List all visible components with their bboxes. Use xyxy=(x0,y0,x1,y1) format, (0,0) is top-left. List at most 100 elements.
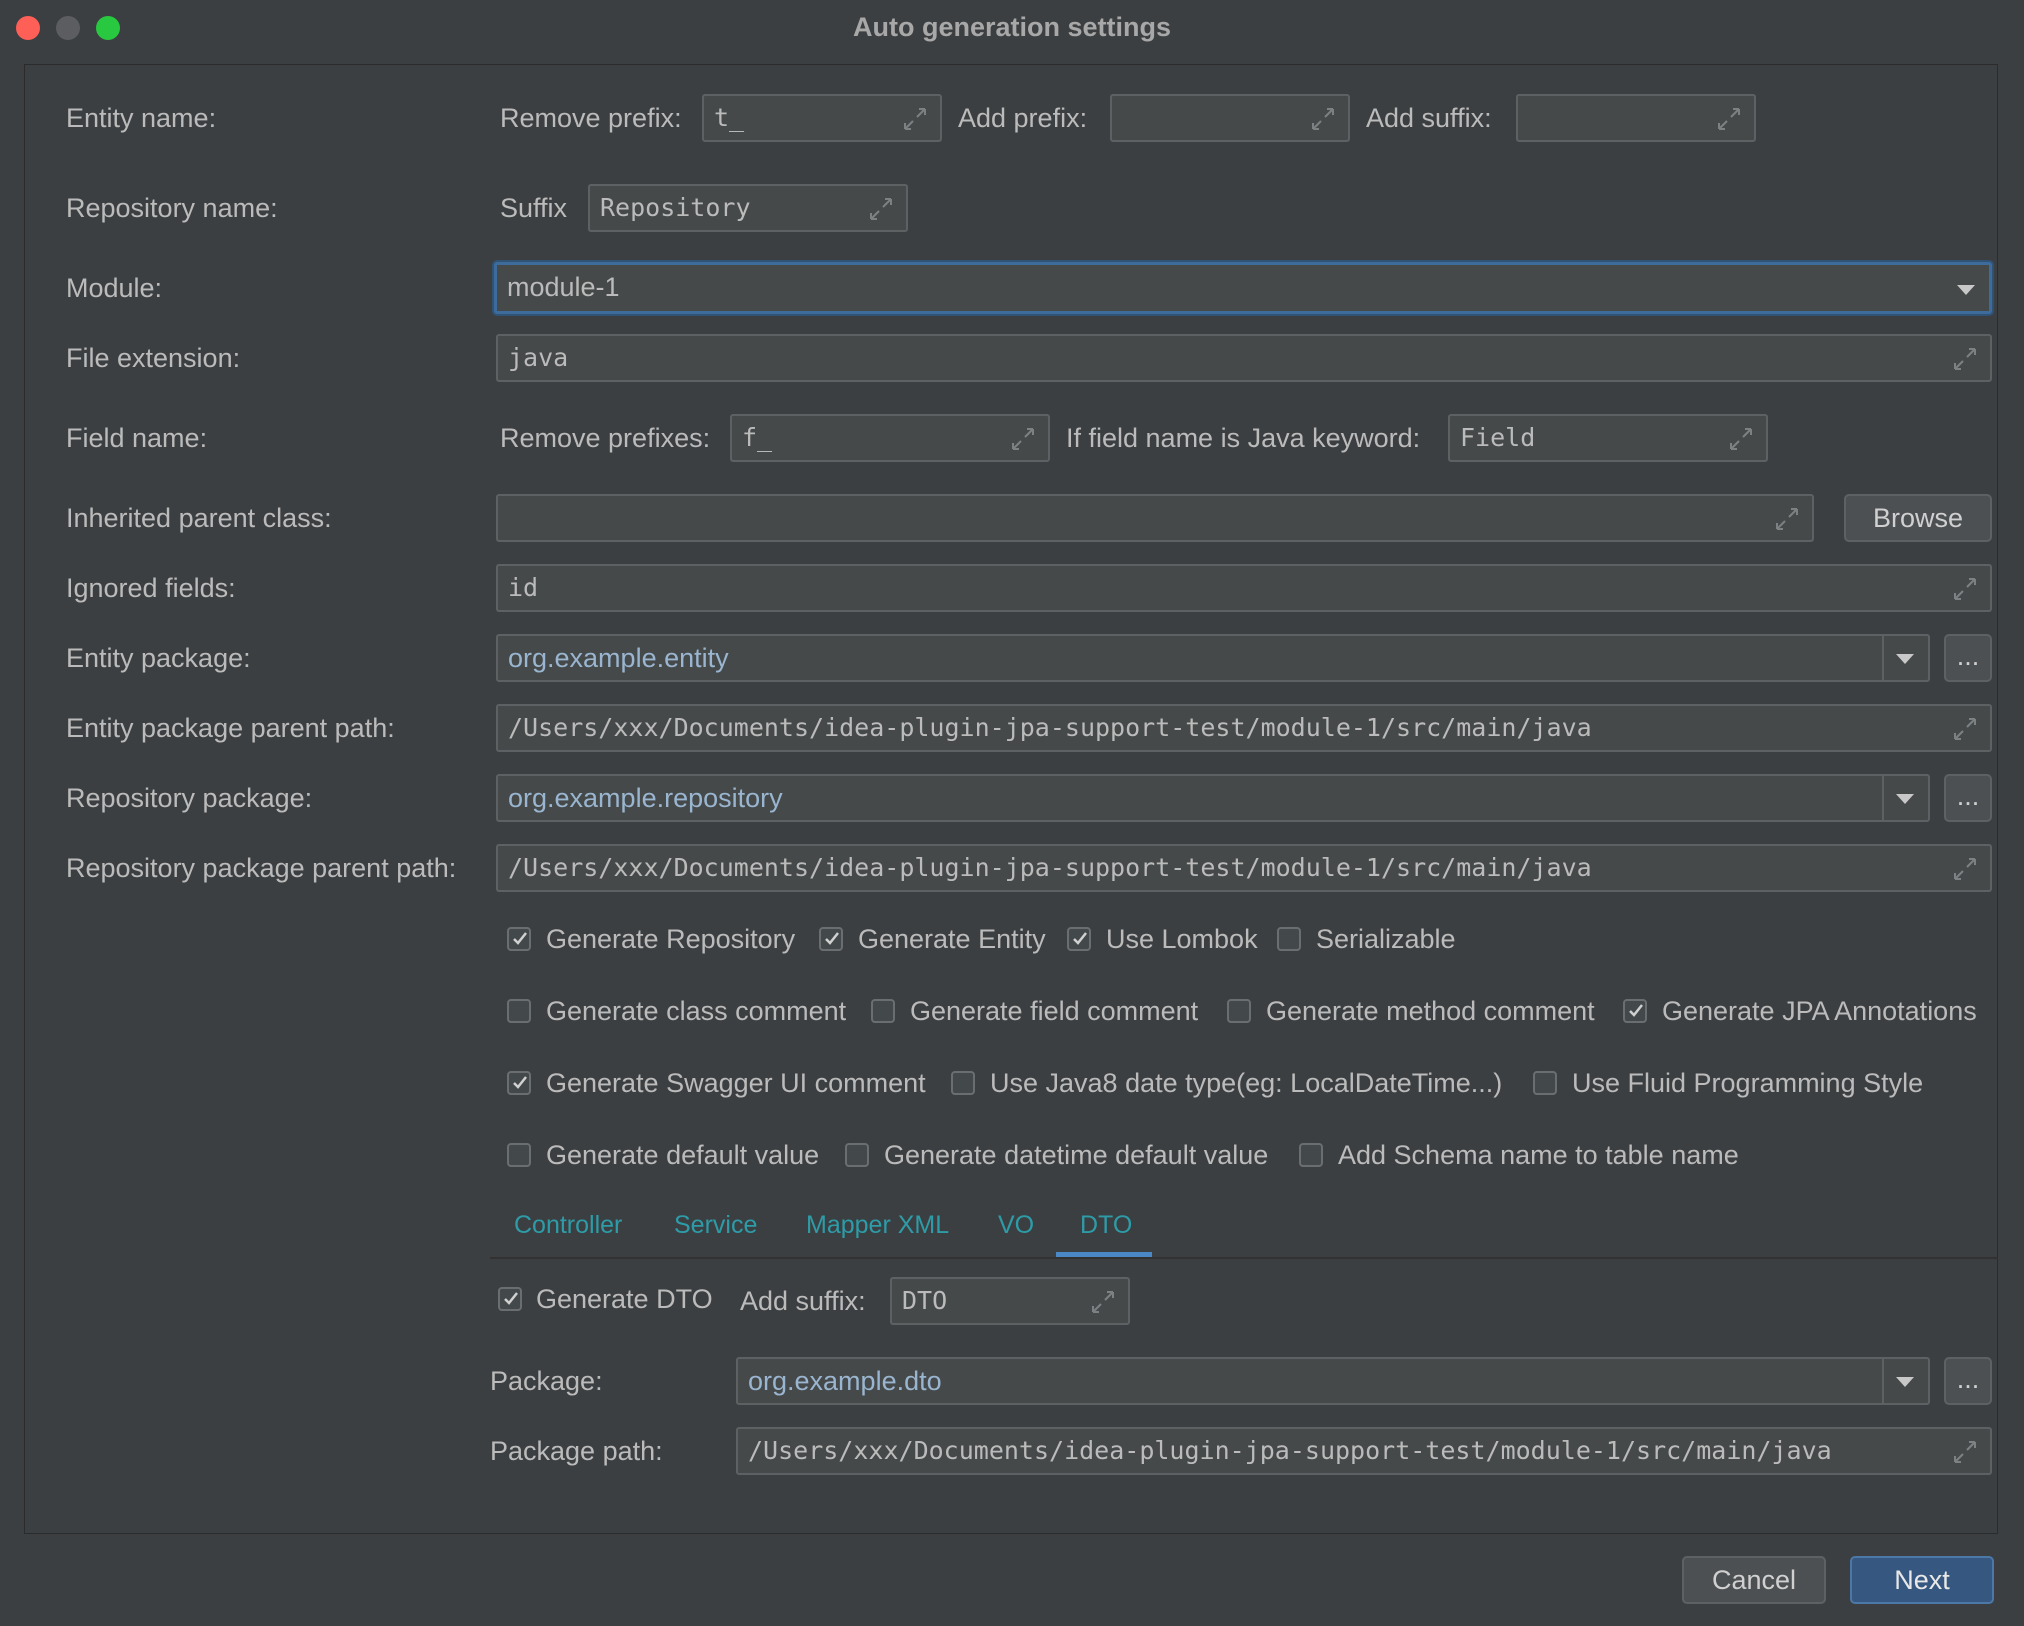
entity-package-value: org.example.entity xyxy=(508,643,729,673)
dto-package-label: Package: xyxy=(490,1366,603,1396)
repository-package-dropdown[interactable] xyxy=(1882,776,1928,820)
repository-suffix-value: Repository xyxy=(600,193,751,222)
chevron-down-icon xyxy=(1957,285,1975,295)
dto-package-path-label: Package path: xyxy=(490,1436,663,1466)
add-suffix-input[interactable] xyxy=(1516,94,1756,142)
file-extension-label: File extension: xyxy=(66,343,241,373)
remove-prefix-label: Remove prefix: xyxy=(500,103,682,133)
expand-icon[interactable] xyxy=(1728,426,1754,452)
dto-package-path-input[interactable]: /Users/xxx/Documents/idea-plugin-jpa-sup… xyxy=(736,1427,1992,1475)
window-title: Auto generation settings xyxy=(852,12,1171,42)
generate-class-comment-checkbox[interactable] xyxy=(507,999,531,1023)
generate-entity-label: Generate Entity xyxy=(858,924,1046,954)
dto-add-suffix-value: DTO xyxy=(902,1286,948,1315)
expand-icon[interactable] xyxy=(1774,506,1800,532)
generate-repository-checkbox[interactable] xyxy=(507,927,531,951)
generate-field-comment-checkbox[interactable] xyxy=(871,999,895,1023)
title-bar: Auto generation settings xyxy=(0,0,2024,56)
tab-dto[interactable]: DTO xyxy=(1080,1201,1132,1249)
repository-package-path-label: Repository package parent path: xyxy=(66,853,457,883)
checkmark-icon xyxy=(1073,932,1087,945)
expand-icon[interactable] xyxy=(1952,576,1978,602)
add-schema-name-checkbox[interactable] xyxy=(1299,1143,1323,1167)
serializable-checkbox[interactable] xyxy=(1277,927,1301,951)
remove-prefix-input[interactable]: t_ xyxy=(702,94,942,142)
tab-controller[interactable]: Controller xyxy=(514,1201,622,1249)
repository-package-more-button[interactable]: ... xyxy=(1944,774,1992,822)
dto-add-suffix-label: Add suffix: xyxy=(740,1286,866,1316)
generate-dto-checkbox[interactable] xyxy=(498,1287,522,1311)
cancel-button[interactable]: Cancel xyxy=(1682,1556,1826,1604)
generate-swagger-comment-label: Generate Swagger UI comment xyxy=(546,1068,926,1098)
add-suffix-label: Add suffix: xyxy=(1366,103,1492,133)
file-extension-input[interactable]: java xyxy=(496,334,1992,382)
expand-icon[interactable] xyxy=(902,106,928,132)
remove-prefixes-value: f_ xyxy=(742,423,773,452)
expand-icon[interactable] xyxy=(1090,1289,1116,1315)
generate-method-comment-label: Generate method comment xyxy=(1266,996,1595,1026)
repository-package-path-value: /Users/xxx/Documents/idea-plugin-jpa-sup… xyxy=(508,853,1592,882)
tab-service[interactable]: Service xyxy=(674,1201,757,1249)
generate-default-value-label: Generate default value xyxy=(546,1140,820,1170)
chevron-down-icon xyxy=(1896,654,1914,664)
java-keyword-label: If field name is Java keyword: xyxy=(1066,423,1421,453)
repository-package-label: Repository package: xyxy=(66,783,313,813)
entity-package-select[interactable]: org.example.entity xyxy=(496,634,1930,682)
remove-prefixes-input[interactable]: f_ xyxy=(730,414,1050,462)
repository-name-label: Repository name: xyxy=(66,193,278,223)
dto-package-path-value: /Users/xxx/Documents/idea-plugin-jpa-sup… xyxy=(748,1436,1832,1465)
generate-datetime-default-checkbox[interactable] xyxy=(845,1143,869,1167)
entity-name-label: Entity name: xyxy=(66,103,217,133)
generate-jpa-annotations-checkbox[interactable] xyxy=(1623,999,1647,1023)
checkmark-icon xyxy=(513,1076,527,1089)
inherited-parent-label: Inherited parent class: xyxy=(66,503,332,533)
expand-icon[interactable] xyxy=(1952,1439,1978,1465)
entity-package-dropdown[interactable] xyxy=(1882,636,1928,680)
entity-package-more-button[interactable]: ... xyxy=(1944,634,1992,682)
generate-datetime-default-label: Generate datetime default value xyxy=(884,1140,1269,1170)
browse-button[interactable]: Browse xyxy=(1844,494,1992,542)
use-lombok-checkbox[interactable] xyxy=(1067,927,1091,951)
expand-icon[interactable] xyxy=(1952,716,1978,742)
dto-package-more-button[interactable]: ... xyxy=(1944,1357,1992,1405)
inherited-parent-input[interactable] xyxy=(496,494,1814,542)
repository-package-select[interactable]: org.example.repository xyxy=(496,774,1930,822)
expand-icon[interactable] xyxy=(1716,106,1742,132)
generate-method-comment-checkbox[interactable] xyxy=(1227,999,1251,1023)
expand-icon[interactable] xyxy=(868,196,894,222)
ignored-fields-value: id xyxy=(508,573,539,602)
tab-mapper-xml[interactable]: Mapper XML xyxy=(806,1201,949,1249)
add-prefix-input[interactable] xyxy=(1110,94,1350,142)
dto-package-select[interactable]: org.example.dto xyxy=(736,1357,1930,1405)
expand-icon[interactable] xyxy=(1010,426,1036,452)
module-select[interactable]: module-1 xyxy=(494,262,1992,314)
chevron-down-icon xyxy=(1896,1377,1914,1387)
use-java8-date-type-checkbox[interactable] xyxy=(951,1071,975,1095)
repository-suffix-label: Suffix xyxy=(500,193,568,223)
dto-add-suffix-input[interactable]: DTO xyxy=(890,1277,1130,1325)
dto-package-dropdown[interactable] xyxy=(1882,1359,1928,1403)
field-name-label: Field name: xyxy=(66,423,208,453)
expand-icon[interactable] xyxy=(1310,106,1336,132)
generate-swagger-comment-checkbox[interactable] xyxy=(507,1071,531,1095)
java-keyword-input[interactable]: Field xyxy=(1448,414,1768,462)
repository-package-path-input[interactable]: /Users/xxx/Documents/idea-plugin-jpa-sup… xyxy=(496,844,1992,892)
entity-package-path-input[interactable]: /Users/xxx/Documents/idea-plugin-jpa-sup… xyxy=(496,704,1992,752)
ignored-fields-input[interactable]: id xyxy=(496,564,1992,612)
module-label: Module: xyxy=(66,273,163,303)
expand-icon[interactable] xyxy=(1952,856,1978,882)
tab-vo[interactable]: VO xyxy=(998,1201,1034,1249)
generate-default-value-checkbox[interactable] xyxy=(507,1143,531,1167)
next-button[interactable]: Next xyxy=(1850,1556,1994,1604)
generate-dto-label: Generate DTO xyxy=(536,1284,713,1314)
module-value: module-1 xyxy=(507,272,620,302)
expand-icon[interactable] xyxy=(1952,346,1978,372)
generate-jpa-annotations-label: Generate JPA Annotations xyxy=(1662,996,1977,1026)
generate-class-comment-label: Generate class comment xyxy=(546,996,847,1026)
use-fluid-programming-checkbox[interactable] xyxy=(1533,1071,1557,1095)
generate-entity-checkbox[interactable] xyxy=(819,927,843,951)
generate-field-comment-label: Generate field comment xyxy=(910,996,1199,1026)
entity-package-path-label: Entity package parent path: xyxy=(66,713,395,743)
repository-suffix-input[interactable]: Repository xyxy=(588,184,908,232)
serializable-label: Serializable xyxy=(1316,924,1456,954)
